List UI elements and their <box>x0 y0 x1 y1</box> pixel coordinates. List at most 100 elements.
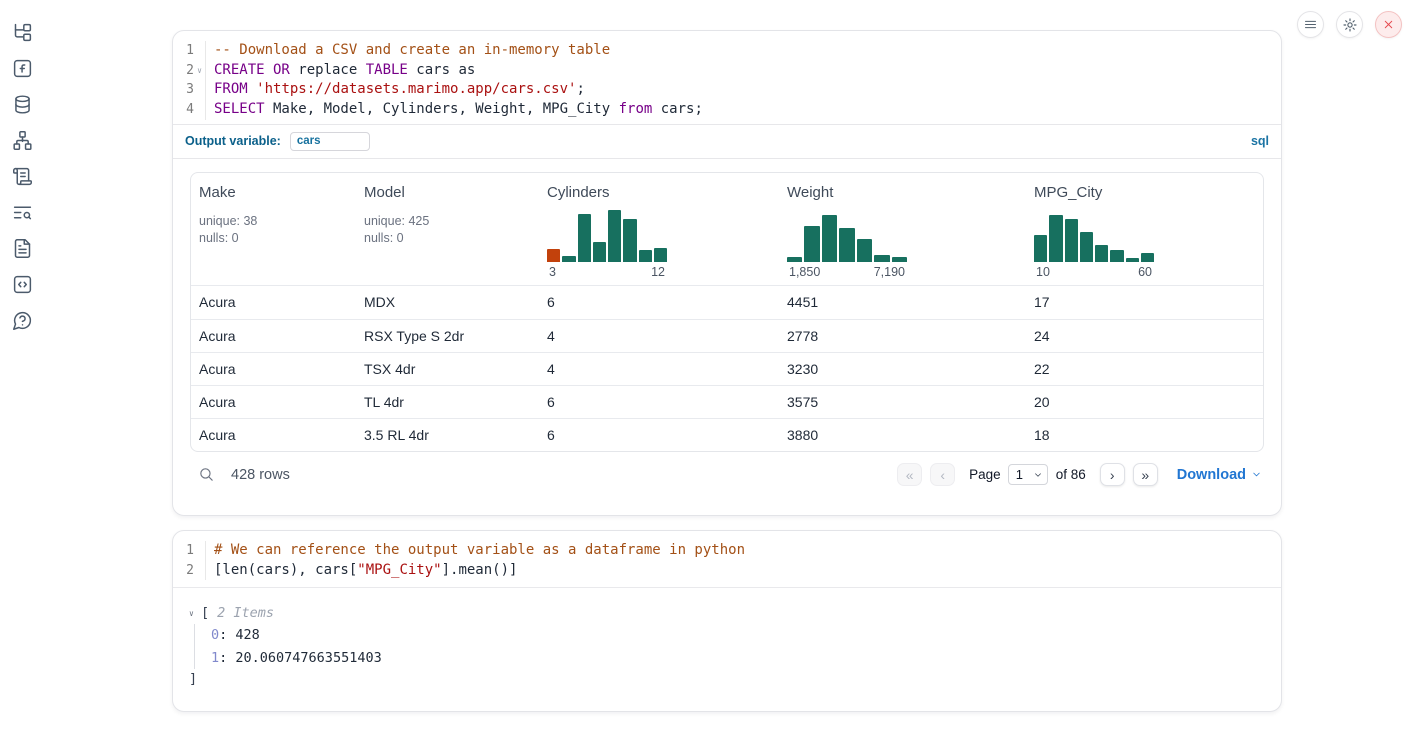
cylinders-histogram: 312 <box>547 210 667 279</box>
column-header-weight[interactable]: Weight 1,8507,190 <box>779 173 1026 285</box>
gear-icon <box>1342 17 1358 33</box>
histogram-bar <box>1110 250 1123 261</box>
cell-make: Acura <box>191 394 356 410</box>
code-text: -- Download a CSV and create an in-memor… <box>206 41 610 61</box>
code-text: CREATE OR replace TABLE cars as <box>206 61 475 81</box>
table-body: Acura MDX 6 4451 17 Acura RSX Type S 2dr… <box>191 286 1263 451</box>
cell-weight: 3230 <box>779 361 1026 377</box>
histogram-bar <box>1049 215 1062 262</box>
hamburger-icon <box>1303 17 1318 32</box>
code-text: SELECT Make, Model, Cylinders, Weight, M… <box>206 100 703 120</box>
histogram-axis-labels: 1060 <box>1034 265 1154 279</box>
helper-panel-sidebar <box>0 0 44 332</box>
table-row[interactable]: Acura MDX 6 4451 17 <box>191 286 1263 319</box>
histogram-bar <box>623 219 636 262</box>
settings-button[interactable] <box>1336 11 1363 38</box>
variables-function-icon[interactable] <box>10 56 34 80</box>
tree-collapse-chevron-icon[interactable]: ∨ <box>189 603 201 624</box>
cell-mpg-city: 17 <box>1026 294 1263 310</box>
close-bracket: ] <box>189 669 1265 690</box>
histogram-bar <box>804 226 819 261</box>
line-number: 1 <box>173 41 206 61</box>
shutdown-button[interactable] <box>1375 11 1402 38</box>
page-label: Page <box>969 467 1001 482</box>
download-button[interactable]: Download <box>1177 467 1262 483</box>
histogram-bar <box>874 255 889 262</box>
histogram-bar <box>787 257 802 262</box>
item-index: 1 <box>211 650 219 666</box>
cell-cylinders: 6 <box>539 394 779 410</box>
pagination: « ‹ Page 1 of 86 › » Download <box>897 463 1262 486</box>
snippets-code-icon[interactable] <box>10 272 34 296</box>
scratchpad-scroll-icon[interactable] <box>10 164 34 188</box>
documentation-file-icon[interactable] <box>10 236 34 260</box>
histogram-bar <box>892 257 907 262</box>
cell-model: RSX Type S 2dr <box>356 328 539 344</box>
column-header-model[interactable]: Model unique: 425 nulls: 0 <box>356 173 539 285</box>
histogram-bar <box>822 215 837 262</box>
histogram-bar <box>593 242 606 262</box>
code-line[interactable]: 2∨ CREATE OR replace TABLE cars as <box>173 61 1281 81</box>
weight-histogram: 1,8507,190 <box>787 210 907 279</box>
code-line[interactable]: 1 # We can reference the output variable… <box>173 541 1281 561</box>
histogram-bar <box>1126 258 1139 262</box>
mpg-city-histogram: 1060 <box>1034 210 1154 279</box>
table-row[interactable]: Acura RSX Type S 2dr 4 2778 24 <box>191 319 1263 352</box>
last-page-button[interactable]: » <box>1133 463 1158 486</box>
column-header-make[interactable]: Make unique: 38 nulls: 0 <box>191 173 356 285</box>
data-table: Make unique: 38 nulls: 0 Model unique: 4… <box>190 172 1264 452</box>
output-variable-input[interactable] <box>290 132 370 151</box>
prev-page-button[interactable]: ‹ <box>930 463 955 486</box>
search-icon[interactable] <box>198 466 215 483</box>
table-row[interactable]: Acura TSX 4dr 4 3230 22 <box>191 352 1263 385</box>
page-select[interactable]: 1 <box>1008 464 1048 485</box>
cell-make: Acura <box>191 361 356 377</box>
cell-weight: 2778 <box>779 328 1026 344</box>
help-chat-icon[interactable] <box>10 308 34 332</box>
output-variable-label: Output variable: <box>185 134 281 148</box>
item-index: 0 <box>211 627 219 643</box>
python-cell: 1 # We can reference the output variable… <box>172 530 1282 712</box>
table-row[interactable]: Acura TL 4dr 6 3575 20 <box>191 385 1263 418</box>
cell-make: Acura <box>191 294 356 310</box>
code-line[interactable]: 2 [len(cars), cars["MPG_City"].mean()] <box>173 561 1281 581</box>
next-page-button[interactable]: › <box>1100 463 1125 486</box>
sql-code-editor[interactable]: 1 -- Download a CSV and create an in-mem… <box>173 31 1281 124</box>
code-text: # We can reference the output variable a… <box>206 541 745 561</box>
fold-chevron-icon[interactable]: ∨ <box>194 67 205 75</box>
database-icon[interactable] <box>10 92 34 116</box>
cell-model: MDX <box>356 294 539 310</box>
dependency-graph-icon[interactable] <box>10 128 34 152</box>
chevron-down-icon <box>1251 469 1262 480</box>
column-header-mpg-city[interactable]: MPG_City 1060 <box>1026 173 1263 285</box>
cell-cylinders: 4 <box>539 361 779 377</box>
histogram-bar <box>608 210 621 262</box>
table-header: Make unique: 38 nulls: 0 Model unique: 4… <box>191 173 1263 286</box>
histogram-bar <box>654 248 667 262</box>
histogram-bar <box>562 256 575 262</box>
logs-text-search-icon[interactable] <box>10 200 34 224</box>
chevron-left-icon: ‹ <box>940 468 945 482</box>
code-text: [len(cars), cars["MPG_City"].mean()] <box>206 561 517 581</box>
tree-item: 0: 428 <box>211 624 1265 647</box>
table-row[interactable]: Acura 3.5 RL 4dr 6 3880 18 <box>191 418 1263 451</box>
chevron-right-icon: › <box>1110 468 1115 482</box>
cell-mpg-city: 20 <box>1026 394 1263 410</box>
histogram-axis-labels: 312 <box>547 265 667 279</box>
file-tree-icon[interactable] <box>10 20 34 44</box>
cell-mpg-city: 22 <box>1026 361 1263 377</box>
column-header-cylinders[interactable]: Cylinders 312 <box>539 173 779 285</box>
first-page-button[interactable]: « <box>897 463 922 486</box>
python-output-tree: ∨ [ 2 Items 0: 428 1: 20.060747663551403… <box>173 588 1281 690</box>
histogram-bar <box>1034 235 1047 262</box>
code-line[interactable]: 1 -- Download a CSV and create an in-mem… <box>173 41 1281 61</box>
python-code-editor[interactable]: 1 # We can reference the output variable… <box>173 531 1281 588</box>
code-line[interactable]: 4 SELECT Make, Model, Cylinders, Weight,… <box>173 100 1281 120</box>
histogram-bar <box>839 228 854 262</box>
code-line[interactable]: 3 FROM 'https://datasets.marimo.app/cars… <box>173 80 1281 100</box>
line-number: 2∨ <box>173 61 206 81</box>
cell-cylinders: 4 <box>539 328 779 344</box>
line-number: 4 <box>173 100 206 120</box>
menu-button[interactable] <box>1297 11 1324 38</box>
histogram-bar <box>857 239 872 262</box>
